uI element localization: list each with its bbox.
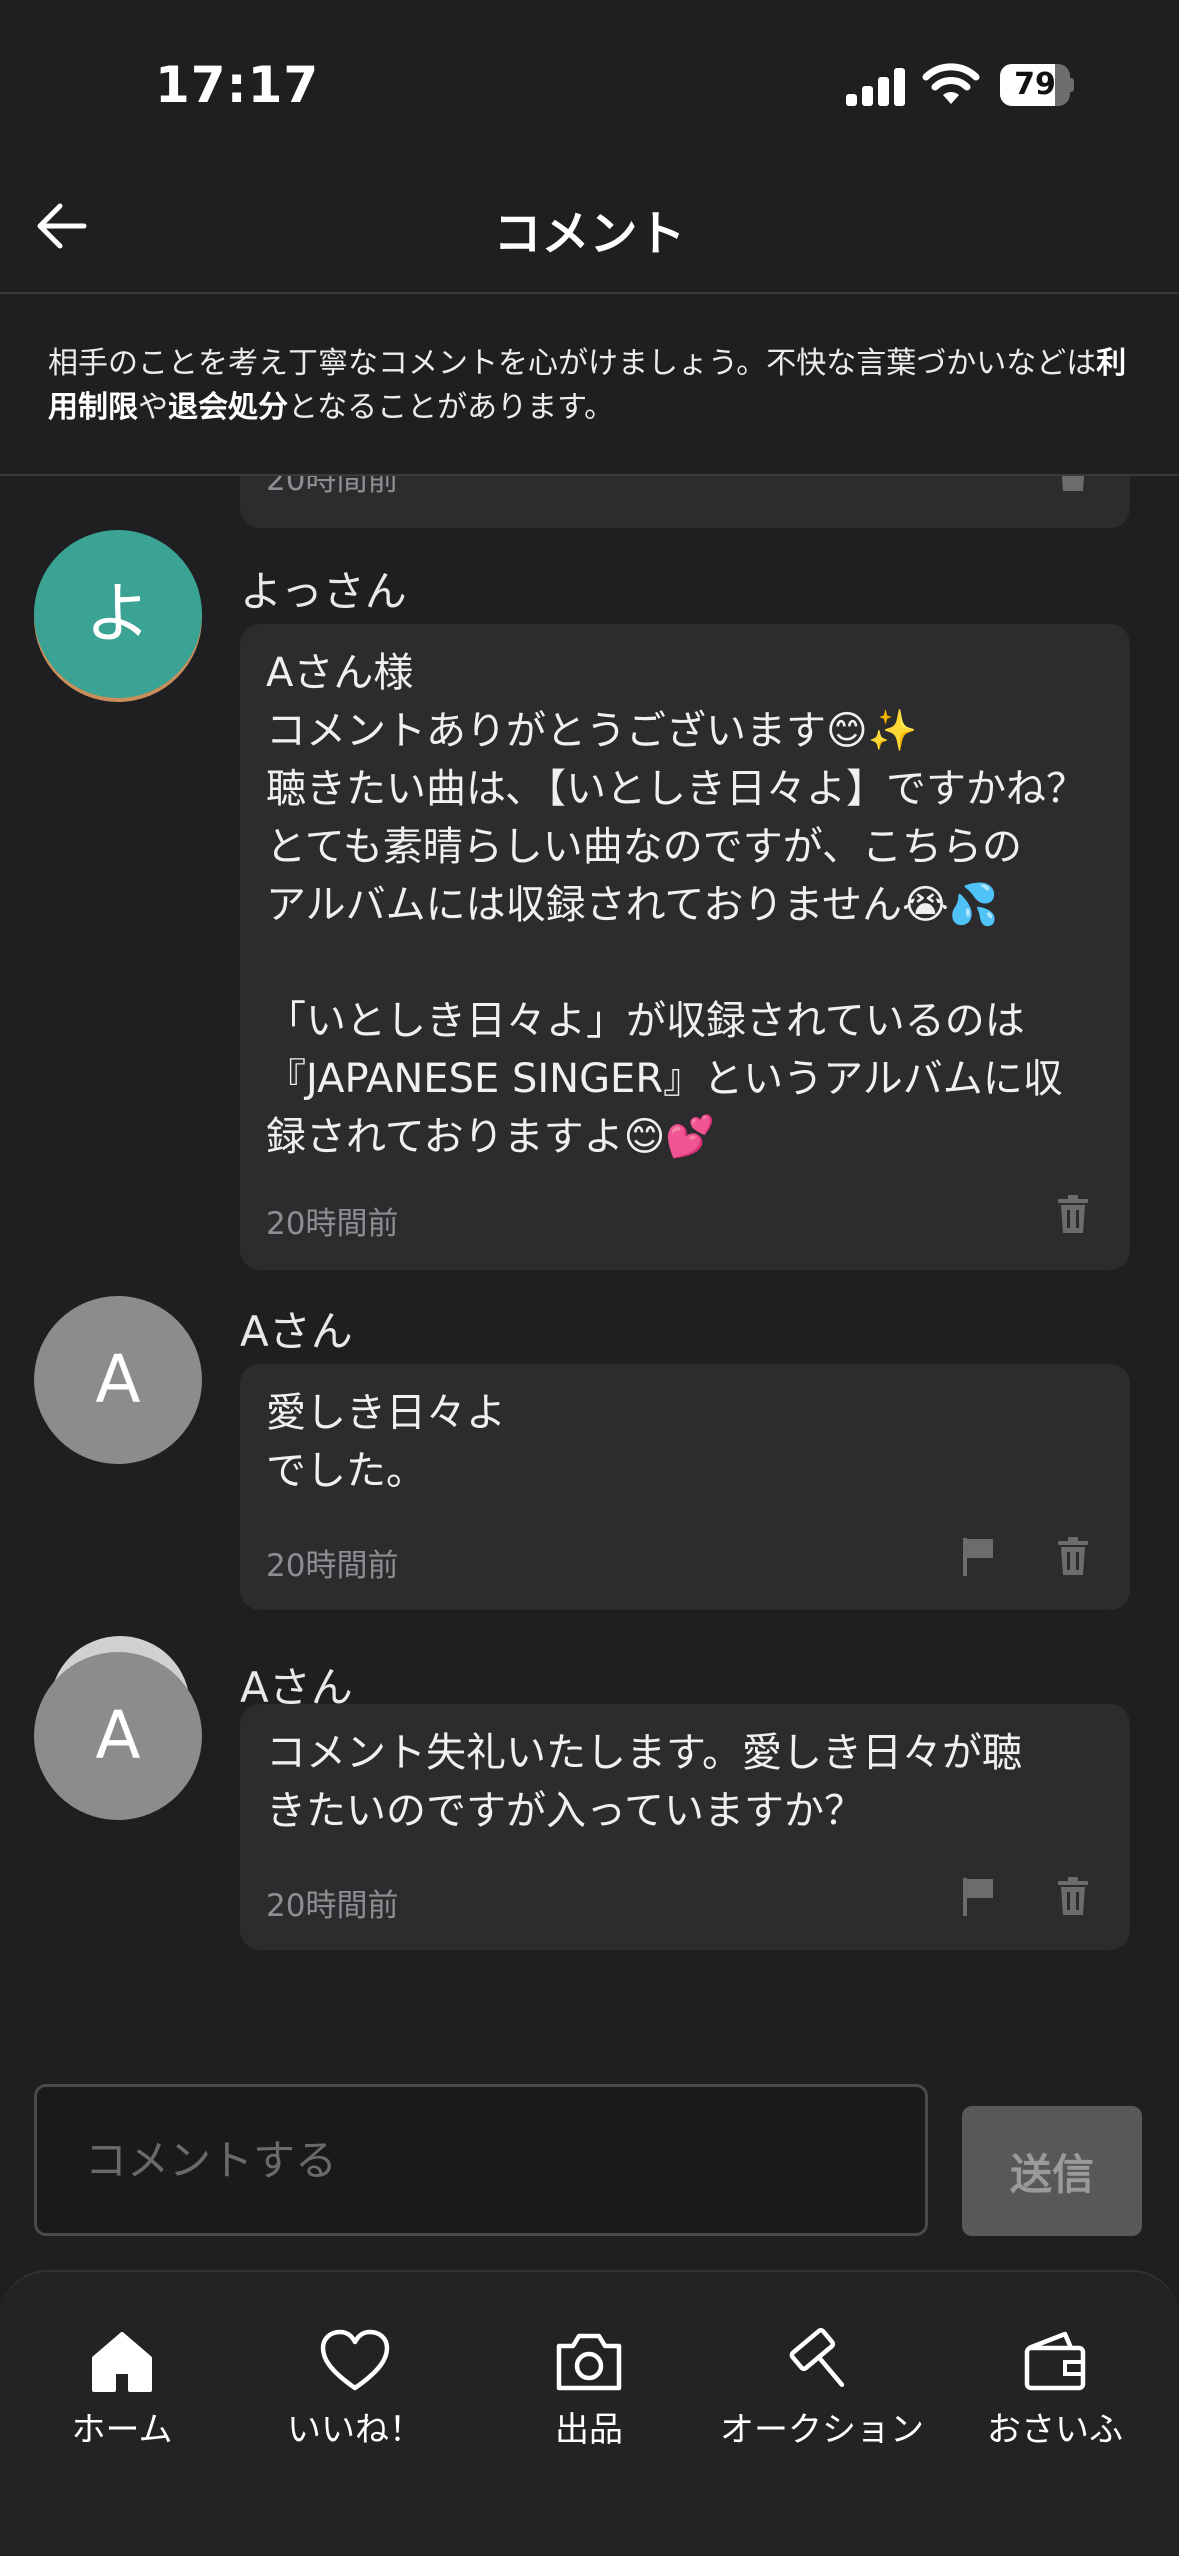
comment-bubble: 愛しき日々よ でした。 20時間前	[240, 1364, 1130, 1610]
comment-list[interactable]: 20時間前 よ よっさん Aさん様 コメントありがとうございます😊✨ 聴きたい曲…	[0, 476, 1179, 2036]
comment-bubble: Aさん様 コメントありがとうございます😊✨ 聴きたい曲は､【いとしき日々よ】です…	[240, 624, 1130, 1270]
wifi-icon	[922, 63, 980, 104]
battery-percent: 79	[1014, 67, 1056, 102]
battery-icon: 79	[1000, 64, 1074, 106]
status-bar: 17:17 79	[0, 0, 1179, 170]
nav-header: コメント	[0, 170, 1179, 294]
tab-label: おさいふ	[987, 2410, 1123, 2450]
tab-likes[interactable]: いいね！	[245, 2328, 465, 2451]
tab-sell[interactable]: 出品	[479, 2328, 699, 2451]
bottom-tab-bar: ホーム いいね！ 出品 オークション おさいふ	[0, 2270, 1179, 2556]
notice-text-1: 相手のことを考え丁寧なコメントを心がけましょう。不快な言葉づかいなどは	[48, 346, 1097, 381]
comment-author-name: よっさん	[240, 567, 407, 616]
trash-icon[interactable]	[1056, 1536, 1090, 1576]
camera-icon	[556, 2333, 622, 2391]
report-flag-icon[interactable]	[960, 1876, 996, 1916]
trash-icon[interactable]	[1056, 1876, 1090, 1916]
avatar[interactable]: A	[34, 1296, 202, 1464]
comment-time: 20時間前	[266, 1206, 399, 1242]
cellular-signal-icon	[846, 66, 906, 106]
comment-author-name: Aさん	[240, 1307, 353, 1356]
avatar[interactable]: A	[34, 1652, 202, 1820]
tab-home[interactable]: ホーム	[12, 2328, 232, 2451]
comment-bubble: コメント失礼いたします。愛しき日々が聴 きたいのですが入っていますか？ 20時間…	[240, 1704, 1130, 1950]
comment-time: 20時間前	[266, 1888, 399, 1924]
notice-bold-withdrawal: 退会処分	[168, 390, 288, 425]
comment-text: Aさん様 コメントありがとうございます😊✨ 聴きたい曲は､【いとしき日々よ】です…	[266, 650, 1086, 1160]
tab-label: オークション	[720, 2410, 924, 2450]
comment-input[interactable]	[37, 2087, 925, 2233]
comment-text: 愛しき日々よ でした。	[266, 1390, 506, 1494]
trash-icon[interactable]	[1056, 476, 1090, 492]
tab-wallet[interactable]: おさいふ	[945, 2328, 1165, 2451]
comment-time: 20時間前	[266, 1548, 399, 1584]
tab-label: 出品	[555, 2410, 623, 2450]
avatar[interactable]: よ	[34, 530, 202, 698]
comment-text: コメント失礼いたします。愛しき日々が聴 きたいのですが入っていますか？	[266, 1730, 1022, 1834]
comment-input-box[interactable]	[34, 2084, 928, 2236]
report-flag-icon[interactable]	[960, 1536, 996, 1576]
notice-text-3: となることがあります。	[288, 390, 615, 425]
tab-label: ホーム	[71, 2410, 173, 2450]
status-time: 17:17	[155, 56, 320, 114]
comment-time: 20時間前	[266, 476, 399, 498]
notice-text-2: や	[138, 390, 168, 425]
page-title: コメント	[493, 206, 686, 262]
gavel-icon	[789, 2328, 845, 2387]
comment-guideline-notice: 相手のことを考え丁寧なコメントを心がけましょう。不快な言葉づかいなどは利用制限や…	[0, 296, 1179, 476]
wallet-icon	[1024, 2331, 1086, 2391]
tab-auction[interactable]: オークション	[712, 2328, 932, 2451]
trash-icon[interactable]	[1056, 1194, 1090, 1234]
send-button[interactable]: 送信	[962, 2106, 1142, 2236]
home-icon	[92, 2332, 152, 2392]
heart-icon	[320, 2329, 390, 2391]
comment-bubble-partial: 20時間前	[240, 476, 1130, 528]
tab-label: いいね！	[287, 2410, 423, 2450]
